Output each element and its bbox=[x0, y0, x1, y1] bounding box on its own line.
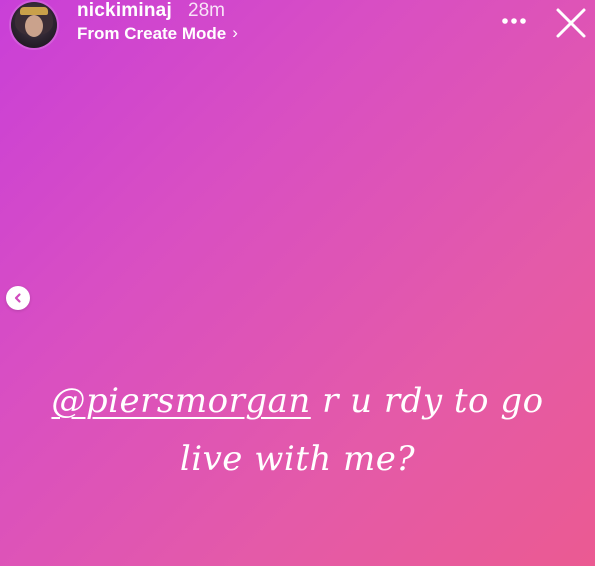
create-mode-label: From Create Mode bbox=[77, 24, 227, 43]
chevron-right-icon: › bbox=[232, 23, 238, 42]
post-time: 28m bbox=[188, 0, 225, 21]
more-horizontal-icon bbox=[502, 18, 526, 24]
username[interactable]: nickiminaj bbox=[77, 0, 172, 22]
story-caption: @piersmorgan r u rdy to go live with me? bbox=[20, 372, 575, 488]
chevron-left-icon bbox=[14, 293, 21, 303]
mention-link[interactable]: @piersmorgan bbox=[51, 381, 310, 421]
story-header: nickiminaj 28m From Create Mode › bbox=[0, 0, 595, 48]
avatar-headpiece bbox=[20, 7, 48, 15]
caption-line2: live with me? bbox=[179, 439, 416, 479]
caption-line1: r u rdy to go bbox=[310, 381, 544, 421]
close-button[interactable] bbox=[552, 5, 590, 41]
close-icon bbox=[556, 8, 586, 38]
avatar-face bbox=[25, 15, 43, 37]
avatar[interactable] bbox=[11, 2, 57, 48]
create-mode-link[interactable]: From Create Mode › bbox=[77, 23, 238, 44]
more-options-button[interactable] bbox=[497, 8, 531, 34]
previous-story-button[interactable] bbox=[6, 286, 30, 310]
